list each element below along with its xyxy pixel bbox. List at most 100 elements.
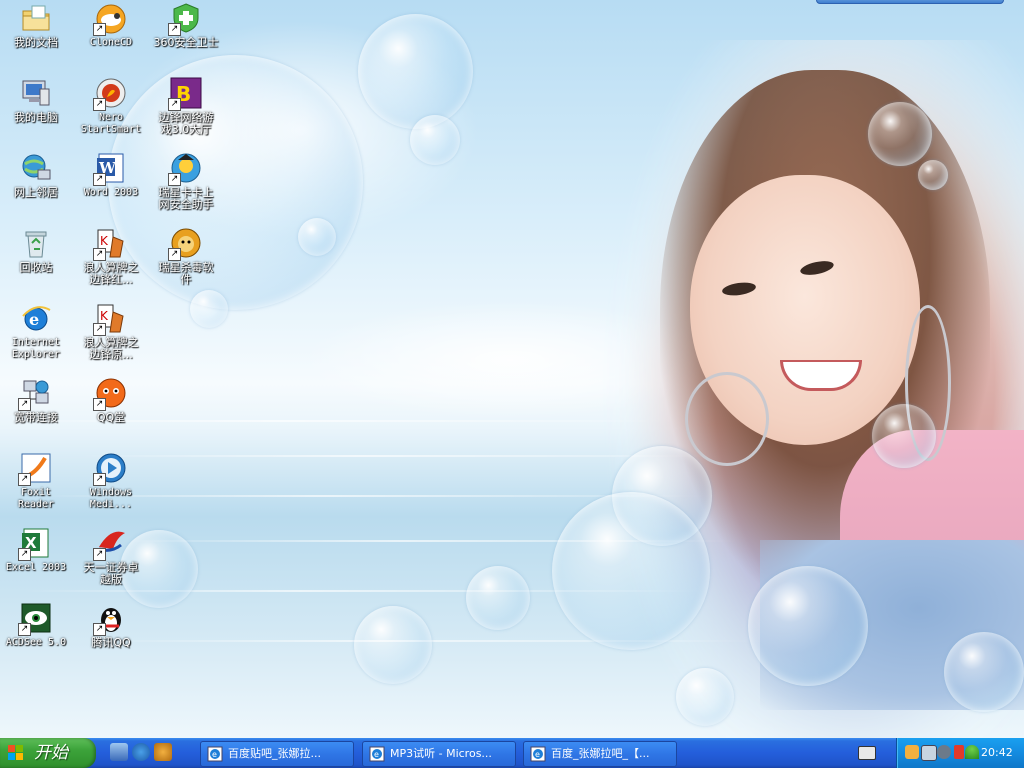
- show-desktop-icon[interactable]: [110, 743, 128, 761]
- penguin-icon: ↗: [93, 602, 127, 636]
- eye-icon: ↗: [18, 602, 52, 636]
- desktop-icon-bianfeng-game[interactable]: B ↗ 边锋网络游 戏3.0大厅: [149, 77, 223, 136]
- wallpaper-bubble: [944, 632, 1024, 712]
- shortcut-arrow-icon: ↗: [18, 623, 31, 636]
- word-icon: W ↗: [93, 152, 127, 186]
- windows-logo-icon: [8, 745, 24, 761]
- volume-tray-icon[interactable]: [937, 745, 951, 759]
- desktop-icon-langren-red[interactable]: K ↗ 浪人算牌之 边锋红...: [74, 227, 148, 286]
- desktop-icon-label: 我的文档: [14, 36, 58, 49]
- shortcut-arrow-icon: ↗: [93, 98, 106, 111]
- start-button[interactable]: 开始: [0, 738, 96, 768]
- shortcut-arrow-icon: ↗: [93, 473, 106, 486]
- keyboard-icon[interactable]: [858, 746, 876, 760]
- desktop-icon-internet-explorer[interactable]: e Internet Explorer: [0, 302, 73, 361]
- umbrella-tray-icon[interactable]: [965, 745, 979, 759]
- desktop-icon-qq-tang[interactable]: ↗ QQ堂: [74, 377, 148, 424]
- desktop-icon-label: 回收站: [19, 261, 53, 274]
- shortcut-arrow-icon: ↗: [93, 398, 106, 411]
- desktop-icon-word-2003[interactable]: W ↗ Word 2003: [74, 152, 148, 199]
- taskbar-button-baidu-tieba[interactable]: e 百度贴吧_张娜拉...: [200, 741, 354, 767]
- clock[interactable]: 20:42: [981, 738, 1013, 768]
- shield-plus-icon: ↗: [168, 2, 202, 36]
- shortcut-arrow-icon: ↗: [93, 23, 106, 36]
- shortcut-arrow-icon: ↗: [168, 23, 181, 36]
- ie-icon: e: [20, 302, 52, 334]
- desktop-icon-recycle-bin[interactable]: 回收站: [0, 227, 73, 274]
- cards-icon: K ↗: [93, 302, 127, 336]
- network-icon: [20, 152, 52, 184]
- taskbar-button-label: MP3试听 - Micros...: [390, 747, 492, 760]
- desktop-icon-excel-2003[interactable]: X ↗ Excel 2003: [0, 527, 73, 574]
- kaka-icon: ↗: [168, 152, 202, 186]
- desktop-icon-rising-antivirus[interactable]: ↗ 瑞星杀毒软 件: [149, 227, 223, 286]
- desktop-gadget-bar[interactable]: [816, 0, 1004, 4]
- desktop-icon-label: 天一证券卓 越版: [83, 561, 139, 586]
- taskbar: 开始 » e 百度贴吧_张娜拉... e MP3试听 - Micros... e…: [0, 738, 1024, 768]
- taskbar-button-mp3-trial[interactable]: e MP3试听 - Micros...: [362, 741, 516, 767]
- ie-page-icon: e: [530, 746, 546, 762]
- shortcut-arrow-icon: ↗: [18, 473, 31, 486]
- desktop-icon-label: 瑞星杀毒软 件: [158, 261, 214, 286]
- network-tray-icon[interactable]: [921, 745, 937, 761]
- excel-icon: X ↗: [18, 527, 52, 561]
- broadband-icon: ↗: [18, 377, 52, 411]
- svg-text:K: K: [100, 234, 109, 248]
- desktop-icon-clonecd[interactable]: ↗ CloneCD: [74, 2, 148, 49]
- svg-text:e: e: [29, 310, 39, 329]
- desktop-icon-broadband[interactable]: ↗ 宽带连接: [0, 377, 73, 424]
- desktop-icon-tencent-qq[interactable]: ↗ 腾讯QQ: [74, 602, 148, 649]
- desktop-icon-label: 浪人算牌之 边锋原...: [83, 336, 139, 361]
- desktop-icon-my-computer[interactable]: 我的电脑: [0, 77, 73, 124]
- desktop-icon-label: 腾讯QQ: [91, 636, 131, 649]
- taskbar-button-baidu-bar[interactable]: e 百度_张娜拉吧_【...: [523, 741, 677, 767]
- wallpaper-bubble: [466, 566, 530, 630]
- svg-text:e: e: [535, 750, 540, 759]
- wallpaper-bubble: [552, 492, 710, 650]
- desktop: 我的文档 ↗ CloneCD ↗ 360安全卫士 我的电脑 ↗ Nero Sta…: [0, 0, 1024, 738]
- taskbar-button-label: 百度_张娜拉吧_【...: [551, 747, 650, 760]
- desktop-icon-tianyi-securities[interactable]: ↗ 天一证券卓 越版: [74, 527, 148, 586]
- desktop-icon-my-documents[interactable]: 我的文档: [0, 2, 73, 49]
- desktop-icon-label: 边锋网络游 戏3.0大厅: [158, 111, 214, 136]
- tianyi-icon: ↗: [93, 527, 127, 561]
- desktop-icon-foxit-reader[interactable]: ↗ Foxit Reader: [0, 452, 73, 511]
- shortcut-arrow-icon: ↗: [93, 173, 106, 186]
- wallpaper-bubble: [872, 404, 936, 468]
- shortcut-arrow-icon: ↗: [93, 323, 106, 336]
- shortcut-arrow-icon: ↗: [168, 173, 181, 186]
- ie-quick-launch-icon[interactable]: [132, 743, 150, 761]
- desktop-icon-label: CloneCD: [89, 37, 133, 48]
- svg-text:e: e: [374, 750, 379, 759]
- desktop-icon-360-safe[interactable]: ↗ 360安全卫士: [149, 2, 223, 49]
- desktop-icon-label: Excel 2003: [5, 562, 67, 573]
- desktop-icon-acdsee[interactable]: ↗ ACDSee 5.0: [0, 602, 73, 649]
- shortcut-arrow-icon: ↗: [93, 548, 106, 561]
- wallpaper-earring: [685, 372, 769, 466]
- qqtang-icon: ↗: [93, 377, 127, 411]
- desktop-icon-label: Word 2003: [83, 187, 139, 198]
- desktop-icon-label: Foxit Reader: [17, 487, 55, 510]
- desktop-icon-windows-media[interactable]: ↗ Windows Medi...: [74, 452, 148, 511]
- desktop-icon-nero-startsmart[interactable]: ↗ Nero StartSmart: [74, 77, 148, 136]
- start-button-label: 开始: [34, 743, 68, 763]
- ie-page-icon: e: [369, 746, 385, 762]
- desktop-icon-network-places[interactable]: 网上邻居: [0, 152, 73, 199]
- desktop-icon-label: 360安全卫士: [153, 36, 219, 49]
- shortcut-arrow-icon: ↗: [168, 98, 181, 111]
- security-tray-icon[interactable]: [905, 745, 919, 759]
- desktop-icon-label: Windows Medi...: [89, 487, 133, 510]
- desktop-icon-label: 瑞星卡卡上 网安全助手: [158, 186, 214, 211]
- wallpaper-bubble: [918, 160, 948, 190]
- alert-tray-icon[interactable]: [954, 745, 964, 759]
- sheep-icon: ↗: [93, 2, 127, 36]
- rising-quick-launch-icon[interactable]: [154, 743, 172, 761]
- wallpaper-bubble: [298, 218, 336, 256]
- recycle-bin-icon: [20, 227, 52, 259]
- shortcut-arrow-icon: ↗: [18, 398, 31, 411]
- desktop-icon-rising-kaka[interactable]: ↗ 瑞星卡卡上 网安全助手: [149, 152, 223, 211]
- wallpaper-bubble: [748, 566, 868, 686]
- desktop-icon-label: 浪人算牌之 边锋红...: [83, 261, 139, 286]
- shortcut-arrow-icon: ↗: [93, 623, 106, 636]
- desktop-icon-langren-orig[interactable]: K ↗ 浪人算牌之 边锋原...: [74, 302, 148, 361]
